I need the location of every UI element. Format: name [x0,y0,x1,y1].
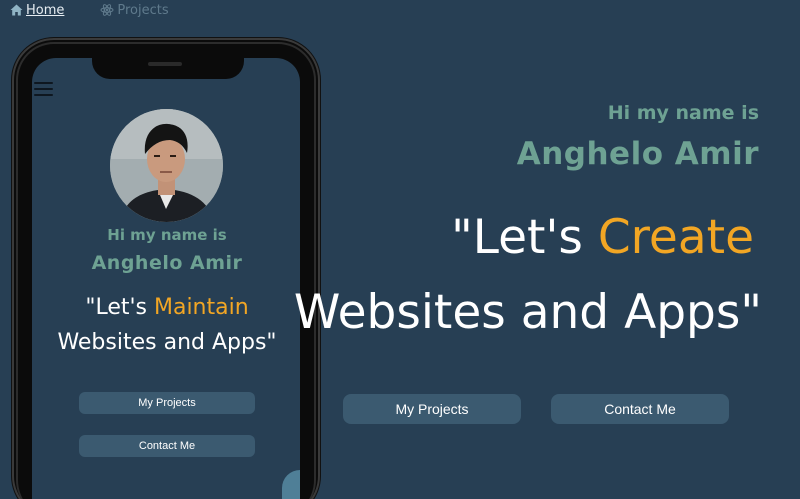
hero-quote-accent: Create [597,210,754,265]
hamburger-menu-icon[interactable] [34,82,53,96]
nav-projects-link[interactable]: Projects [100,2,169,18]
hero-name: Anghelo Amir [516,136,759,172]
profile-photo [110,109,223,222]
contact-me-button[interactable]: Contact Me [551,394,729,424]
mobile-contact-me-button[interactable]: Contact Me [79,435,255,457]
mobile-quote-line1: "Let's Maintain [0,295,334,320]
hero-quote-line2: Websites and Apps" [293,285,762,340]
hero-greeting: Hi my name is [607,102,759,124]
mobile-quote-prefix: "Let's [85,295,154,320]
phone-speaker [148,62,182,66]
top-nav: Home Projects [10,0,169,20]
react-atom-icon [100,3,114,17]
nav-home-label: Home [26,2,65,18]
avatar [110,109,223,222]
mobile-name: Anghelo Amir [91,252,243,274]
home-icon [10,4,23,16]
hero-quote-prefix: "Let's [451,210,598,265]
mobile-quote-line2: Websites and Apps" [57,330,277,355]
nav-projects-label: Projects [117,2,169,18]
mobile-my-projects-button[interactable]: My Projects [79,392,255,414]
phone-notch [92,55,244,79]
nav-home-link[interactable]: Home [10,3,64,18]
my-projects-button[interactable]: My Projects [343,394,521,424]
mobile-quote-accent: Maintain [153,295,249,320]
mobile-greeting: Hi my name is [107,226,227,244]
hero-quote-line1: "Let's Create [451,210,754,265]
portfolio-page: Home Projects Hi my name is Anghelo Amir… [0,0,800,499]
